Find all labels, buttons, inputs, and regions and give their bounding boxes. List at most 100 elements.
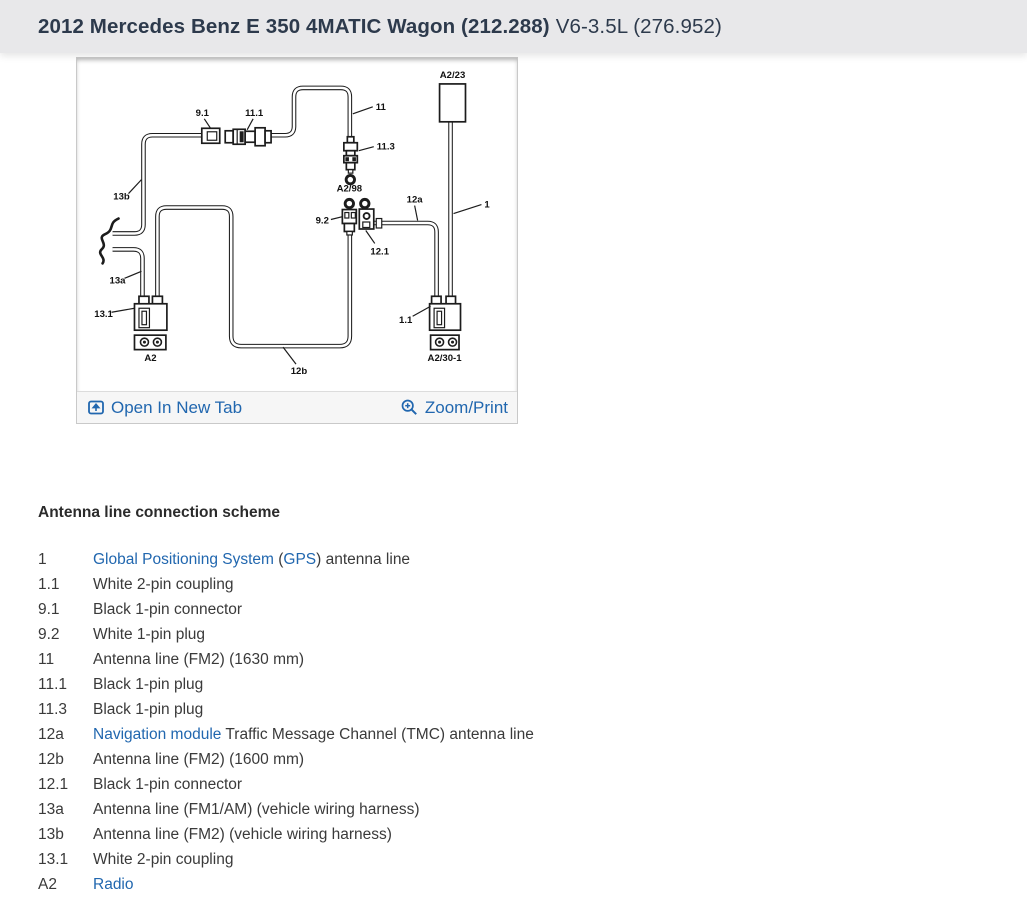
label-a2: A2 bbox=[144, 353, 156, 364]
label-9-1: 9.1 bbox=[196, 108, 210, 119]
open-in-new-tab-label: Open In New Tab bbox=[111, 397, 243, 417]
legend-row: 1.1 White 2-pin coupling bbox=[38, 572, 1027, 597]
diagram-panel: A2/23 11 9.1 11.1 11.3 A2/98 9.2 12.1 12… bbox=[76, 57, 518, 424]
legend-item-plain-text: Black 1-pin connector bbox=[93, 601, 243, 618]
open-in-new-tab-link[interactable]: Open In New Tab bbox=[88, 398, 242, 418]
legend-row: 13.1 White 2-pin coupling bbox=[38, 847, 1027, 872]
legend-item-plain-text: Antenna line (FM2) (1600 mm) bbox=[93, 751, 305, 768]
legend-item-id: 11 bbox=[38, 651, 55, 668]
legend-item-text: Navigation module Traffic Message Channe… bbox=[93, 722, 534, 747]
legend-item-plain-text: White 2-pin coupling bbox=[93, 851, 234, 868]
label-a2-23: A2/23 bbox=[440, 70, 466, 81]
a2-socket bbox=[133, 334, 167, 351]
legend-item-id: 13a bbox=[38, 801, 64, 818]
legend-row: 11 Antenna line (FM2) (1630 mm) bbox=[38, 647, 1027, 672]
legend-item-text: Global Positioning System (GPS) antenna … bbox=[93, 547, 410, 572]
legend-item-plain-text: ) antenna line bbox=[316, 551, 411, 568]
label-9-2: 9.2 bbox=[316, 216, 329, 227]
harness-break-symbol bbox=[98, 217, 120, 265]
label-13-1: 13.1 bbox=[94, 309, 113, 320]
legend-row: 9.2 White 1-pin plug bbox=[38, 622, 1027, 647]
label-a2-30-1: A2/30-1 bbox=[428, 353, 463, 364]
legend-row: 11.3 Black 1-pin plug bbox=[38, 697, 1027, 722]
connector-11-1 bbox=[224, 126, 272, 147]
legend-item-id: 11.3 bbox=[38, 701, 68, 718]
zoom-magnifier-icon bbox=[401, 399, 417, 415]
legend-item-plain-text: Antenna line (FM2) (1630 mm) bbox=[93, 651, 305, 668]
zoom-print-link[interactable]: Zoom/Print bbox=[401, 398, 508, 418]
legend-item-plain-text: Traffic Message Channel (TMC) antenna li… bbox=[221, 726, 534, 743]
legend-item-plain-text: Antenna line (FM1/AM) (vehicle wiring ha… bbox=[93, 801, 420, 818]
label-11-1: 11.1 bbox=[245, 108, 264, 119]
legend-item-id: 13.1 bbox=[38, 851, 69, 868]
legend-item-id: 1 bbox=[38, 551, 47, 568]
legend-item-link[interactable]: Radio bbox=[93, 876, 134, 893]
a2-98-pin-top bbox=[344, 174, 356, 186]
diagram-panel-footer: Open In New Tab Zoom/Print bbox=[77, 391, 517, 423]
wiring-diagram: A2/23 11 9.1 11.1 11.3 A2/98 9.2 12.1 12… bbox=[77, 58, 517, 391]
connector-9-2 bbox=[341, 208, 358, 236]
legend-item-id: 12.1 bbox=[38, 776, 69, 793]
legend-item-plain-text: White 2-pin coupling bbox=[93, 576, 234, 593]
legend-item-link[interactable]: GPS bbox=[283, 551, 316, 568]
label-a2-98: A2/98 bbox=[337, 184, 363, 195]
legend-item-plain-text: Black 1-pin plug bbox=[93, 701, 204, 718]
page-header: 2012 Mercedes Benz E 350 4MATIC Wagon (2… bbox=[0, 0, 1027, 53]
legend-item-text: White 2-pin coupling bbox=[93, 847, 233, 872]
legend-item-plain-text: White 1-pin plug bbox=[93, 626, 206, 643]
open-in-new-tab-icon bbox=[88, 400, 104, 415]
legend-item-text: Black 1-pin plug bbox=[93, 672, 203, 697]
label-12-1: 12.1 bbox=[370, 246, 389, 257]
legend-row: 9.1 Black 1-pin connector bbox=[38, 597, 1027, 622]
legend-item-id: 12a bbox=[38, 726, 64, 743]
zoom-print-label: Zoom/Print bbox=[424, 397, 508, 417]
connector-12-1 bbox=[358, 208, 383, 230]
legend-list: 1 Global Positioning System (GPS) antenna… bbox=[38, 547, 1027, 897]
legend-item-plain-text: Black 1-pin connector bbox=[93, 776, 243, 793]
legend-heading: Antenna line connection scheme bbox=[38, 504, 281, 521]
legend-item-text: Radio bbox=[93, 872, 134, 897]
label-13a: 13a bbox=[110, 275, 127, 286]
legend-item-id: 13b bbox=[38, 826, 64, 843]
legend-row: 12a Navigation module Traffic Message Cha… bbox=[38, 722, 1027, 747]
label-12b: 12b bbox=[291, 366, 308, 377]
legend-row: 12b Antenna line (FM2) (1600 mm) bbox=[38, 747, 1027, 772]
legend-item-text: White 1-pin plug bbox=[93, 622, 205, 647]
a2-30-1-socket bbox=[429, 334, 460, 351]
legend-item-text: White 2-pin coupling bbox=[93, 572, 233, 597]
wiring-diagram-svg: A2/23 11 9.1 11.1 11.3 A2/98 9.2 12.1 12… bbox=[94, 70, 490, 377]
legend-item-id: 9.2 bbox=[38, 626, 60, 643]
legend-item-text: Black 1-pin connector bbox=[93, 597, 242, 622]
connector-9-1 bbox=[200, 127, 221, 145]
legend-row: 11.1 Black 1-pin plug bbox=[38, 672, 1027, 697]
page-title: 2012 Mercedes Benz E 350 4MATIC Wagon (2… bbox=[38, 15, 722, 39]
legend-item-text: Antenna line (FM2) (1630 mm) bbox=[93, 647, 304, 672]
legend-item-plain-text: Antenna line (FM2) (vehicle wiring harne… bbox=[93, 826, 392, 843]
a2-98-socket-right bbox=[359, 197, 371, 210]
connector-13-1 bbox=[133, 295, 168, 332]
connector-1-1 bbox=[428, 295, 462, 332]
legend-item-text: Antenna line (FM2) (1600 mm) bbox=[93, 747, 304, 772]
legend-item-text: Antenna line (FM2) (vehicle wiring harne… bbox=[93, 822, 392, 847]
label-13b: 13b bbox=[113, 192, 130, 203]
legend-item-id: 11.1 bbox=[38, 676, 68, 693]
page-title-vehicle: 2012 Mercedes Benz E 350 4MATIC Wagon (2… bbox=[38, 14, 550, 38]
legend-item-id: A2 bbox=[38, 876, 57, 893]
label-1: 1 bbox=[484, 200, 490, 211]
legend-item-text: Black 1-pin plug bbox=[93, 697, 203, 722]
legend-row: 13b Antenna line (FM2) (vehicle wiring ha… bbox=[38, 822, 1027, 847]
legend-item-id: 9.1 bbox=[38, 601, 60, 618]
legend-item-link[interactable]: Navigation module bbox=[93, 726, 221, 743]
legend-row: 13a Antenna line (FM1/AM) (vehicle wiring… bbox=[38, 797, 1027, 822]
label-1-1: 1.1 bbox=[399, 315, 413, 326]
a2-98-socket-left bbox=[343, 197, 355, 210]
label-11-3: 11.3 bbox=[377, 142, 395, 153]
legend-row: A2 Radio bbox=[38, 872, 1027, 897]
legend-item-text: Black 1-pin connector bbox=[93, 772, 242, 797]
legend-item-id: 1.1 bbox=[38, 576, 60, 593]
a2-23-box bbox=[438, 83, 467, 123]
legend-item-link[interactable]: Global Positioning System bbox=[93, 551, 274, 568]
label-12a: 12a bbox=[407, 195, 424, 206]
legend-item-plain-text: ( bbox=[273, 551, 284, 568]
legend-item-text: Antenna line (FM1/AM) (vehicle wiring ha… bbox=[93, 797, 419, 822]
